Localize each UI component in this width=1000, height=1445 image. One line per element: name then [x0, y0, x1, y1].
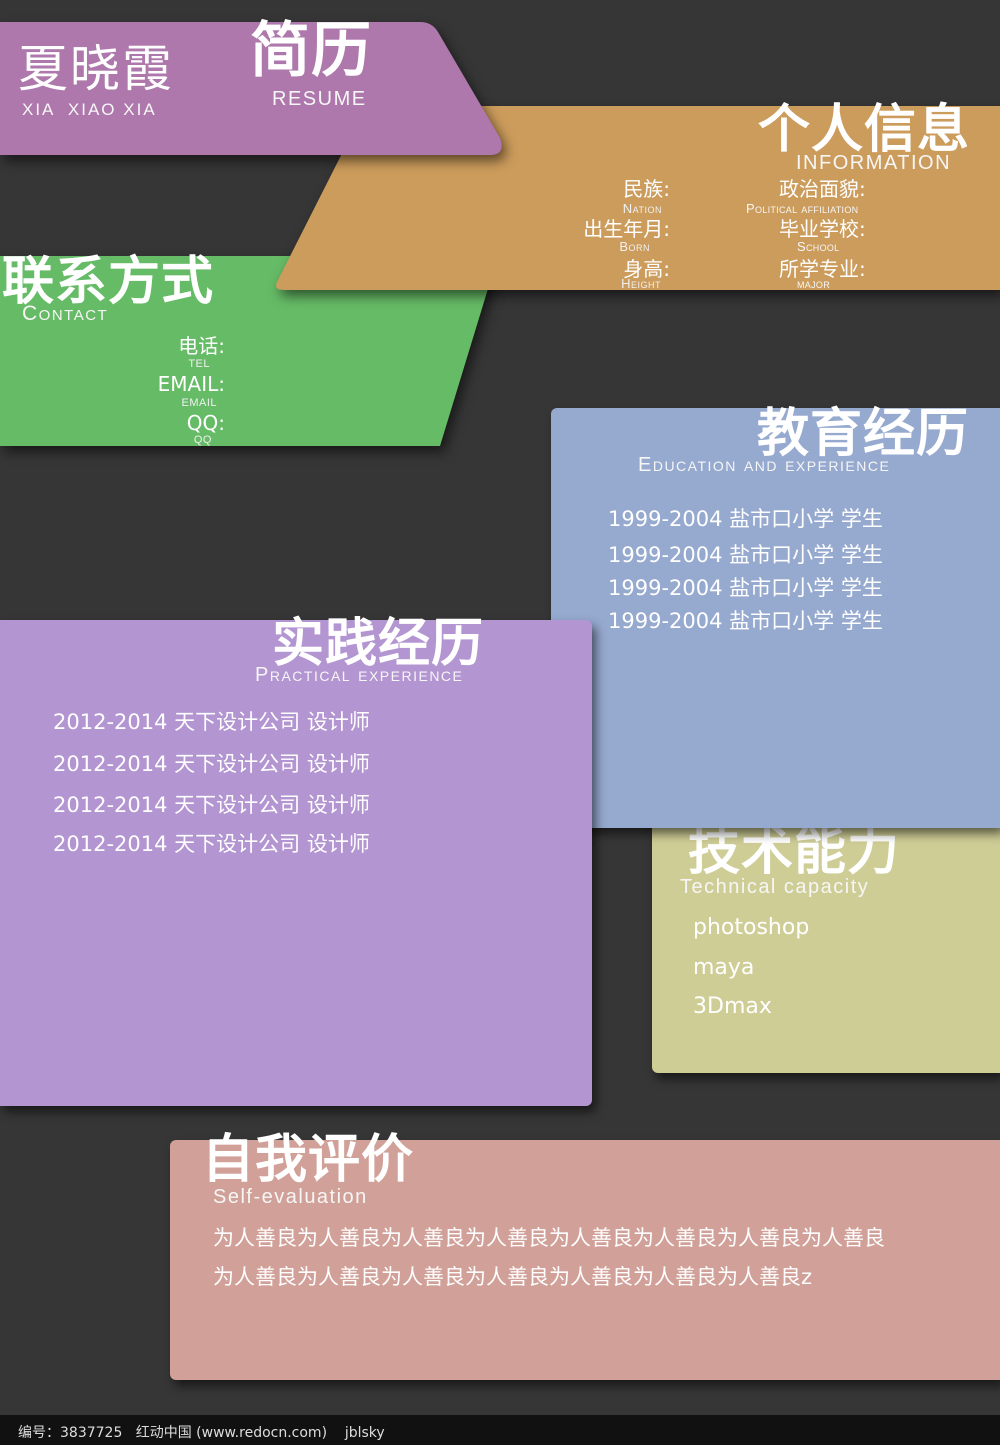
self-evaluation-line-1: 为人善良为人善良为人善良为人善良为人善良为人善良为人善良为人善良	[213, 1226, 885, 1250]
resume-name-pinyin: XIA XIAO XIA	[22, 100, 157, 119]
self-evaluation-title: 自我评价	[202, 1130, 415, 1190]
info-major-sublabel: major	[797, 276, 830, 291]
info-title: 个人信息	[758, 100, 971, 160]
contact-email-sublabel: EMAIL	[181, 397, 217, 409]
info-nation-sublabel: Nation	[622, 201, 662, 216]
contact-tel-label: 电话:	[178, 334, 225, 358]
resume-title: 简历	[250, 16, 372, 86]
resume-name: 夏晓霞	[18, 40, 174, 98]
practice-row: 2012-2014 天下设计公司 设计师	[53, 752, 370, 776]
skills-title: 技术能力	[688, 822, 901, 882]
skill-item: maya	[693, 955, 755, 980]
info-born-sublabel: Born	[619, 239, 650, 254]
skill-item: photoshop	[693, 915, 810, 940]
practice-subtitle: Practical experience	[255, 664, 464, 686]
practice-card	[0, 620, 592, 1106]
practice-row: 2012-2014 天下设计公司 设计师	[53, 832, 370, 856]
education-row: 1999-2004 盐市口小学 学生	[608, 576, 883, 600]
info-nation-label: 民族:	[623, 177, 670, 201]
contact-tel-sublabel: TEL	[188, 358, 210, 370]
education-row: 1999-2004 盐市口小学 学生	[608, 543, 883, 567]
education-row: 1999-2004 盐市口小学 学生	[608, 609, 883, 633]
footer-text: 编号：3837725 红动中国 (www.redocn.com) jblsky	[18, 1425, 385, 1441]
contact-qq-label: QQ:	[186, 411, 225, 435]
info-subtitle: INFORMATION	[796, 152, 952, 174]
practice-row: 2012-2014 天下设计公司 设计师	[53, 710, 370, 734]
contact-email-label: EMAIL:	[157, 372, 225, 396]
education-row: 1999-2004 盐市口小学 学生	[608, 507, 883, 531]
practice-row: 2012-2014 天下设计公司 设计师	[53, 793, 370, 817]
education-subtitle: Education and experience	[638, 454, 891, 476]
self-evaluation-line-2: 为人善良为人善良为人善良为人善良为人善良为人善良为人善良z	[213, 1265, 813, 1289]
contact-subtitle: Contact	[22, 302, 109, 325]
info-school-sublabel: School	[797, 239, 840, 254]
skills-subtitle: Technical capacity	[680, 876, 870, 898]
skill-item: 3Dmax	[693, 994, 772, 1019]
footer-bar: 编号：3837725 红动中国 (www.redocn.com) jblsky	[0, 1415, 1000, 1445]
self-evaluation-subtitle: Self-evaluation	[213, 1186, 368, 1208]
resume-title-en: RESUME	[272, 88, 367, 110]
info-political-label: 政治面貌:	[779, 177, 866, 201]
info-political-sublabel: Political affiliation	[746, 201, 859, 216]
info-height-sublabel: Height	[621, 276, 661, 291]
contact-qq-sublabel: QQ	[193, 434, 212, 446]
